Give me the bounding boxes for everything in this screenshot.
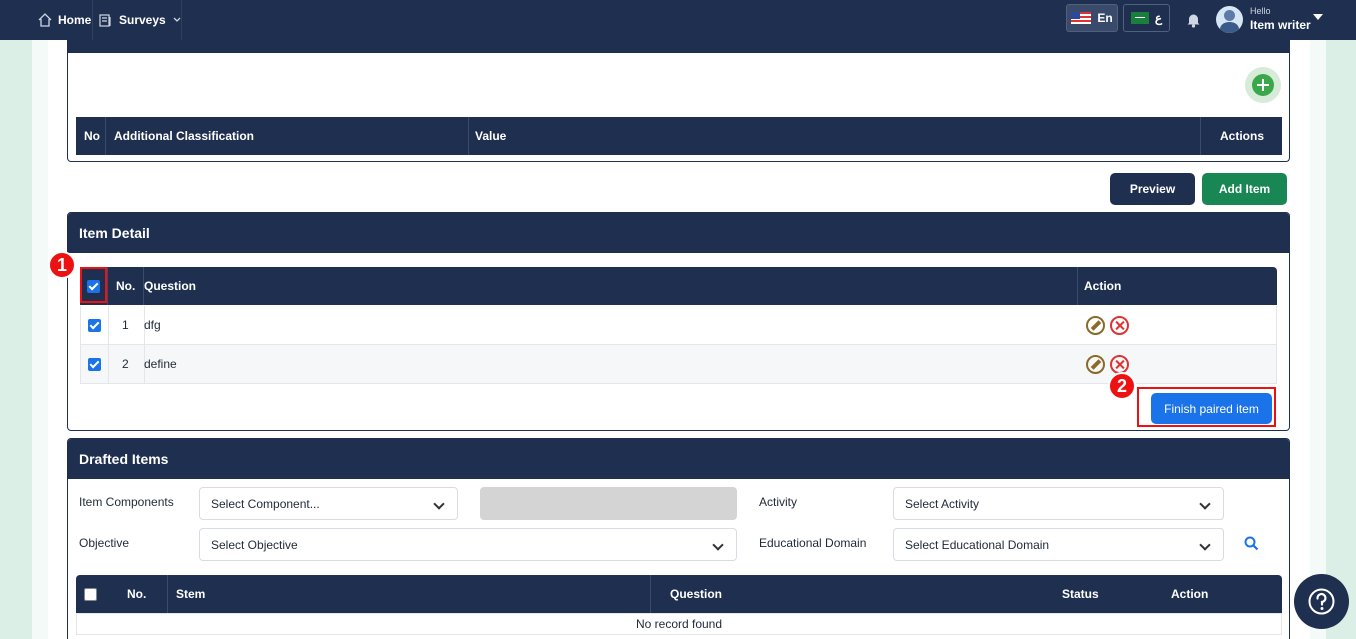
item-components-value: Select Component... xyxy=(211,496,320,511)
nav-home-label: Home xyxy=(58,13,92,27)
bell-icon[interactable] xyxy=(1186,12,1201,28)
annotation-badge-1: 1 xyxy=(48,251,76,279)
table-row: 1 dfg xyxy=(80,306,1277,345)
drafted-items-title: Drafted Items xyxy=(68,439,1289,479)
item-detail-title: Item Detail xyxy=(68,213,1289,253)
objective-label: Objective xyxy=(79,536,130,550)
highlight-box-1 xyxy=(80,267,107,303)
edit-icon[interactable] xyxy=(1086,315,1105,335)
activity-select[interactable]: Select Activity xyxy=(893,487,1224,520)
select-all-drafted-checkbox[interactable] xyxy=(84,587,97,601)
col-no: No xyxy=(84,129,100,143)
col-action: Action xyxy=(1171,587,1209,601)
search-icon[interactable] xyxy=(1244,536,1259,551)
left-gutter xyxy=(32,40,48,639)
educational-domain-value: Select Educational Domain xyxy=(905,537,1050,552)
help-button[interactable] xyxy=(1294,574,1349,629)
objective-value: Select Objective xyxy=(211,537,298,552)
user-name[interactable]: Item writer xyxy=(1250,18,1311,32)
nav-divider xyxy=(92,0,93,40)
row-checkbox[interactable] xyxy=(88,318,101,332)
activity-label: Activity xyxy=(759,495,798,509)
row-number: 2 xyxy=(122,357,129,371)
educational-domain-label: Educational Domain xyxy=(759,536,867,550)
chevron-down-icon xyxy=(433,498,445,510)
nav-surveys-label: Surveys xyxy=(119,13,166,27)
chevron-down-icon xyxy=(1199,498,1211,510)
col-no: No. xyxy=(127,587,147,601)
avatar[interactable] xyxy=(1216,6,1243,33)
educational-domain-select[interactable]: Select Educational Domain xyxy=(893,528,1224,561)
caret-down-icon[interactable] xyxy=(1313,14,1323,21)
nav-divider xyxy=(181,0,182,40)
classification-table-header: No Additional Classification Value Actio… xyxy=(76,117,1282,155)
table-row: 2 define xyxy=(80,345,1277,384)
annotation-badge-2: 2 xyxy=(1108,372,1136,400)
empty-state-message: No record found xyxy=(76,613,1282,635)
col-question: Question xyxy=(670,587,723,601)
drafted-table-header: No. Stem Question Status Action xyxy=(76,575,1282,613)
col-no: No. xyxy=(116,279,136,293)
col-stem: Stem xyxy=(176,587,206,601)
row-checkbox[interactable] xyxy=(88,357,101,371)
greeting-text: Hello xyxy=(1250,6,1271,16)
language-ar-button[interactable]: ع xyxy=(1123,4,1170,32)
col-action: Action xyxy=(1084,279,1122,293)
item-components-label: Item Components xyxy=(79,495,174,509)
chevron-down-icon xyxy=(712,539,724,551)
row-number: 1 xyxy=(122,318,129,332)
nav-home[interactable]: Home xyxy=(38,0,91,40)
chevron-down-icon xyxy=(1199,539,1211,551)
plus-icon xyxy=(1252,74,1274,96)
activity-value: Select Activity xyxy=(905,496,980,511)
col-value: Value xyxy=(475,129,507,143)
language-ar-label: ع xyxy=(1154,11,1163,25)
item-components-select[interactable]: Select Component... xyxy=(199,487,458,520)
col-question: Question xyxy=(144,279,197,293)
row-question: define xyxy=(144,357,177,371)
col-additional-classification: Additional Classification xyxy=(114,129,255,143)
row-question: dfg xyxy=(144,318,161,332)
objective-select[interactable]: Select Objective xyxy=(199,528,737,561)
top-navbar: Home Surveys En ع Hello Item writer xyxy=(0,0,1356,40)
home-icon xyxy=(38,13,52,27)
question-mark-icon xyxy=(1308,588,1335,615)
language-en-label: En xyxy=(1097,11,1113,25)
us-flag-icon xyxy=(1071,12,1092,24)
add-item-button[interactable]: Add Item xyxy=(1202,173,1287,205)
delete-icon[interactable] xyxy=(1110,354,1129,374)
col-status: Status xyxy=(1062,587,1099,601)
saudi-flag-icon xyxy=(1130,12,1149,24)
item-detail-table-header: No. Question Action xyxy=(80,267,1277,305)
col-actions: Actions xyxy=(1220,129,1265,143)
disabled-field xyxy=(480,487,737,520)
right-gutter xyxy=(1310,40,1326,639)
edit-icon[interactable] xyxy=(1086,354,1105,374)
surveys-icon xyxy=(99,14,111,27)
add-classification-button[interactable] xyxy=(1245,67,1281,103)
nav-surveys[interactable]: Surveys xyxy=(99,0,182,40)
delete-icon[interactable] xyxy=(1110,315,1129,335)
highlight-box-2 xyxy=(1137,387,1276,427)
preview-button[interactable]: Preview xyxy=(1110,173,1195,205)
language-en-button[interactable]: En xyxy=(1066,4,1118,32)
classification-card-header xyxy=(68,40,1289,53)
